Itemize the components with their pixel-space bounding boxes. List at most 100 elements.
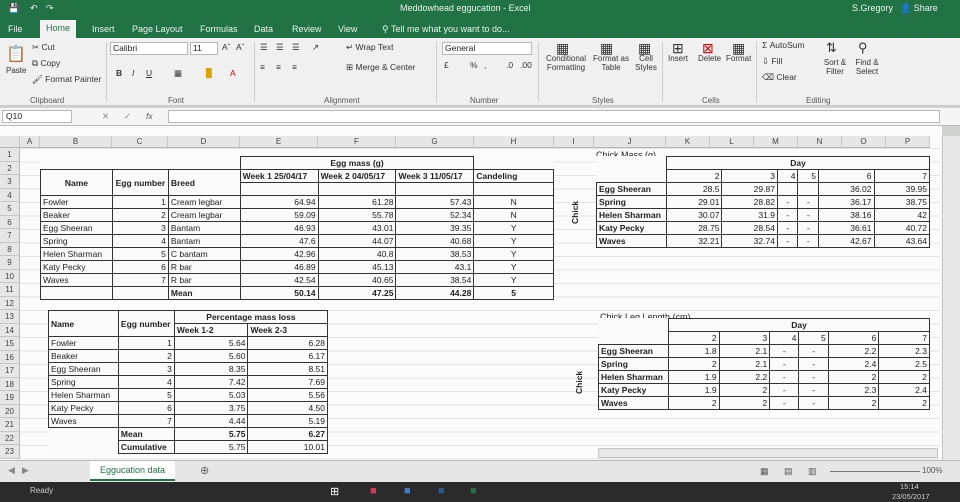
orientation-icon[interactable]: ↗ xyxy=(312,42,319,53)
font-size-select[interactable]: 11 xyxy=(190,42,218,55)
row-header[interactable]: 13 xyxy=(0,310,20,324)
number-format-select[interactable]: General xyxy=(442,42,532,55)
align-middle-icon[interactable]: ☰ xyxy=(276,42,284,53)
formula-input[interactable] xyxy=(168,110,940,123)
format-cells-button[interactable]: Format xyxy=(726,54,751,63)
page-break-view-icon[interactable]: ▥ xyxy=(808,466,817,477)
col-header[interactable]: C xyxy=(112,136,168,148)
insert-function-icon[interactable]: fx xyxy=(146,111,153,121)
fill-color-icon[interactable]: ▉ xyxy=(206,68,213,79)
col-header[interactable]: A xyxy=(20,136,40,148)
row-header[interactable]: 5 xyxy=(0,202,20,216)
row-header[interactable]: 18 xyxy=(0,377,20,391)
paste-button[interactable]: Paste xyxy=(6,66,26,75)
select-all-corner[interactable] xyxy=(0,136,20,148)
find-select-button[interactable]: Find & Select xyxy=(852,58,882,76)
currency-icon[interactable]: £ xyxy=(444,60,449,70)
row-header[interactable]: 19 xyxy=(0,391,20,405)
row-header[interactable]: 21 xyxy=(0,418,20,432)
cut-button[interactable]: ✂ Cut xyxy=(32,42,55,53)
tell-me-box[interactable]: ⚲ Tell me what you want to do... xyxy=(376,21,516,38)
col-header[interactable]: N xyxy=(798,136,842,148)
row-header[interactable]: 11 xyxy=(0,283,20,297)
bold-button[interactable]: B xyxy=(116,68,122,78)
row-header[interactable]: 2 xyxy=(0,161,20,175)
sheet-tab-eggucation[interactable]: Eggucation data xyxy=(90,461,176,481)
col-header[interactable]: O xyxy=(842,136,886,148)
share-button[interactable]: 👤 Share xyxy=(900,3,938,14)
copy-button[interactable]: ⧉ Copy xyxy=(32,58,60,69)
align-top-icon[interactable]: ☰ xyxy=(260,42,268,53)
col-header[interactable]: B xyxy=(40,136,112,148)
cell-styles-button[interactable]: Cell Styles xyxy=(630,54,662,72)
redo-icon[interactable]: ↷ xyxy=(46,3,54,14)
find-select-icon[interactable]: ⚲ xyxy=(858,40,868,56)
col-header[interactable]: M xyxy=(754,136,798,148)
tab-page-layout[interactable]: Page Layout xyxy=(126,21,189,38)
insert-cells-button[interactable]: Insert xyxy=(668,54,688,63)
col-header[interactable]: J xyxy=(594,136,666,148)
row-header[interactable]: 9 xyxy=(0,256,20,270)
increase-decimal-icon[interactable]: .0 xyxy=(506,60,513,70)
clear-button[interactable]: ⌫ Clear xyxy=(762,72,797,83)
row-header[interactable]: 12 xyxy=(0,296,20,310)
font-name-select[interactable]: Calibri xyxy=(110,42,188,55)
delete-cells-button[interactable]: Delete xyxy=(698,54,721,63)
tab-formulas[interactable]: Formulas xyxy=(194,21,244,38)
align-bottom-icon[interactable]: ☰ xyxy=(292,42,300,53)
undo-icon[interactable]: ↶ xyxy=(30,3,38,14)
outlook-icon[interactable]: ■ xyxy=(404,485,411,497)
zoom-slider[interactable] xyxy=(830,471,920,472)
sort-filter-icon[interactable]: ⇅ xyxy=(826,40,837,56)
word-icon[interactable]: ■ xyxy=(438,485,445,497)
normal-view-icon[interactable]: ▦ xyxy=(760,466,769,477)
save-icon[interactable]: 💾 xyxy=(8,3,19,14)
col-header[interactable]: P xyxy=(886,136,930,148)
vertical-scrollbar[interactable] xyxy=(942,136,960,460)
page-layout-view-icon[interactable]: ▤ xyxy=(784,466,793,477)
col-header[interactable]: I xyxy=(554,136,594,148)
increase-font-icon[interactable]: Aˆ xyxy=(222,42,231,52)
decrease-font-icon[interactable]: Aˇ xyxy=(236,42,245,52)
row-header[interactable]: 1 xyxy=(0,148,20,162)
percent-icon[interactable]: % xyxy=(470,60,478,70)
new-sheet-icon[interactable]: ⊕ xyxy=(200,464,209,477)
tab-review[interactable]: Review xyxy=(286,21,328,38)
decrease-decimal-icon[interactable]: .00 xyxy=(520,60,532,70)
italic-button[interactable]: I xyxy=(132,68,134,78)
enter-icon[interactable]: ✓ xyxy=(124,111,131,122)
row-header[interactable]: 23 xyxy=(0,445,20,459)
paste-icon[interactable]: 📋 xyxy=(6,44,26,64)
align-center-icon[interactable]: ≡ xyxy=(276,62,281,72)
row-header[interactable]: 10 xyxy=(0,269,20,283)
row-header[interactable]: 6 xyxy=(0,215,20,229)
format-as-table-button[interactable]: Format as Table xyxy=(592,54,630,72)
name-box[interactable]: Q10 xyxy=(2,110,72,123)
font-color-icon[interactable]: A xyxy=(230,68,236,78)
underline-button[interactable]: U xyxy=(146,68,152,78)
user-name[interactable]: S.Gregory xyxy=(852,3,893,13)
col-header[interactable]: F xyxy=(318,136,396,148)
row-header[interactable]: 22 xyxy=(0,431,20,445)
start-icon[interactable]: ⊞ xyxy=(330,485,339,498)
comma-icon[interactable]: , xyxy=(484,60,486,70)
tab-view[interactable]: View xyxy=(332,21,363,38)
borders-icon[interactable]: ▦ xyxy=(174,68,182,79)
align-left-icon[interactable]: ≡ xyxy=(260,62,265,72)
autosum-button[interactable]: Σ AutoSum xyxy=(762,40,805,50)
horizontal-scrollbar[interactable] xyxy=(598,448,938,458)
tab-scroll-left-icon[interactable]: ◀ xyxy=(8,465,15,476)
sort-filter-button[interactable]: Sort & Filter xyxy=(820,58,850,76)
col-header[interactable]: H xyxy=(474,136,554,148)
wrap-text-button[interactable]: ↵ Wrap Text xyxy=(346,42,393,53)
conditional-formatting-button[interactable]: Conditional Formatting xyxy=(542,54,590,72)
row-header[interactable]: 16 xyxy=(0,350,20,364)
cancel-icon[interactable]: ✕ xyxy=(102,111,109,122)
tab-home[interactable]: Home xyxy=(40,20,77,38)
col-header[interactable]: E xyxy=(240,136,318,148)
row-header[interactable]: 4 xyxy=(0,188,20,202)
powerpoint-icon[interactable]: ■ xyxy=(370,485,377,497)
tab-insert[interactable]: Insert xyxy=(86,21,121,38)
tab-file[interactable]: File xyxy=(2,21,29,38)
row-header[interactable]: 14 xyxy=(0,323,20,337)
